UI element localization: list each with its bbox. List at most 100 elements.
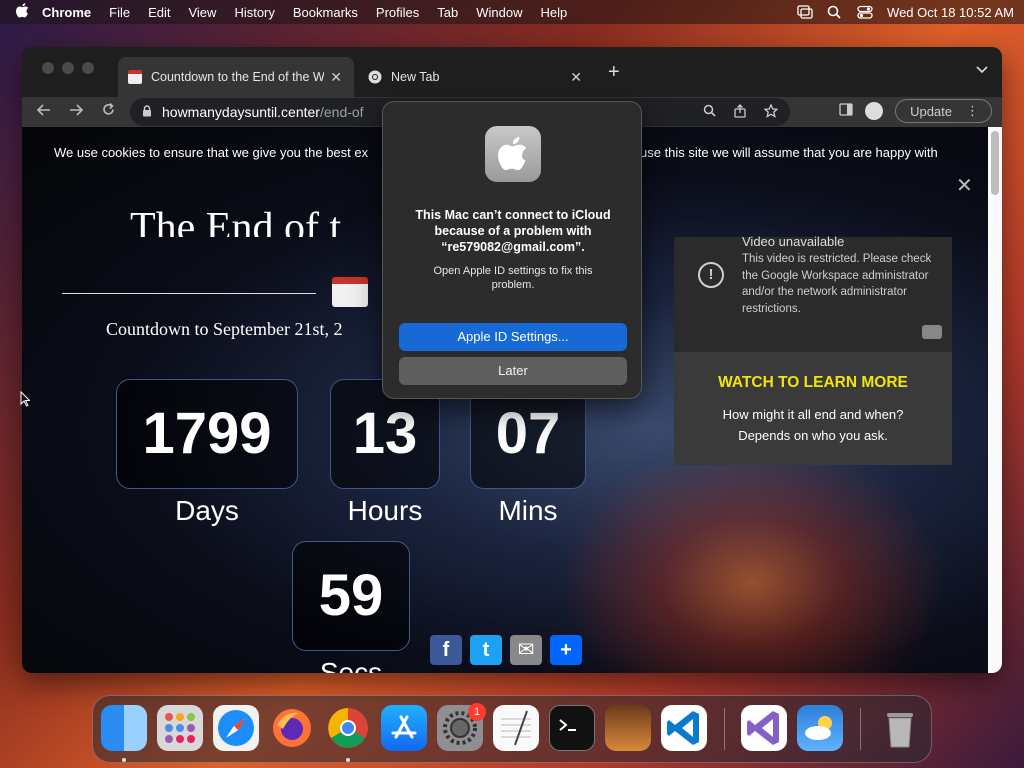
menu-file[interactable]: File bbox=[109, 5, 130, 20]
icloud-alert-dialog: This Mac can’t connect to iCloud because… bbox=[382, 101, 642, 399]
cookie-text-continued: use this site we will assume that you ar… bbox=[640, 145, 938, 160]
menu-app-name[interactable]: Chrome bbox=[42, 5, 91, 20]
update-button[interactable]: Update ⋮ bbox=[895, 99, 992, 123]
apple-icon[interactable] bbox=[10, 2, 34, 22]
share-button[interactable]: + bbox=[550, 635, 582, 665]
menu-view[interactable]: View bbox=[188, 5, 216, 20]
menu-help[interactable]: Help bbox=[541, 5, 568, 20]
lock-icon[interactable] bbox=[142, 104, 152, 120]
profile-avatar-icon[interactable] bbox=[865, 102, 884, 120]
firefox-icon[interactable] bbox=[269, 705, 315, 751]
video-error-message: This video is restricted. Please check t… bbox=[742, 253, 932, 315]
calendar-icon bbox=[128, 70, 142, 84]
days-counter: 1799 bbox=[116, 379, 298, 489]
vscode-icon[interactable] bbox=[661, 705, 707, 751]
forward-icon[interactable] bbox=[60, 103, 92, 121]
video-error-panel: Video unavailable ! This video is restri… bbox=[674, 234, 952, 352]
share-icon[interactable] bbox=[734, 103, 746, 121]
back-icon[interactable] bbox=[28, 103, 60, 121]
twitter-share-button[interactable]: t bbox=[470, 635, 502, 665]
tab-title: New Tab bbox=[391, 70, 440, 84]
menu-bar-clock[interactable]: Wed Oct 18 10:52 AM bbox=[887, 5, 1014, 20]
weather-icon[interactable] bbox=[797, 705, 843, 751]
safari-icon[interactable] bbox=[213, 705, 259, 751]
menu-window[interactable]: Window bbox=[476, 5, 522, 20]
secs-value: 59 bbox=[318, 563, 384, 628]
later-button[interactable]: Later bbox=[399, 357, 627, 385]
menu-history[interactable]: History bbox=[234, 5, 274, 20]
menu-bar: Chrome File Edit View History Bookmarks … bbox=[0, 0, 1024, 24]
control-center-icon[interactable] bbox=[857, 5, 873, 19]
garageband-icon[interactable] bbox=[605, 705, 651, 751]
countdown-subtitle: Countdown to September 21st, 2 bbox=[106, 319, 343, 339]
url-path: /end-of bbox=[319, 104, 364, 120]
cookie-close-icon[interactable]: ✕ bbox=[956, 173, 973, 198]
page-scrollbar[interactable] bbox=[988, 127, 1002, 673]
app-store-icon[interactable] bbox=[381, 705, 427, 751]
tab-search-icon[interactable] bbox=[976, 63, 988, 77]
apple-id-settings-button[interactable]: Apple ID Settings... bbox=[399, 323, 627, 351]
dialog-message: Open Apple ID settings to fix this probl… bbox=[433, 265, 593, 291]
mouse-cursor-icon bbox=[20, 391, 30, 407]
window-controls bbox=[42, 62, 94, 74]
mins-label: Mins bbox=[498, 495, 558, 526]
hours-label: Hours bbox=[347, 495, 423, 526]
youtube-icon[interactable] bbox=[922, 325, 942, 339]
video-error-title: Video unavailable bbox=[742, 234, 845, 249]
side-panel-icon[interactable] bbox=[839, 103, 853, 119]
days-label: Days bbox=[175, 495, 239, 526]
secs-counter: 59 bbox=[292, 541, 410, 651]
tab-countdown[interactable]: Countdown to the End of the W ✕ bbox=[118, 57, 354, 97]
bookmark-star-icon[interactable] bbox=[763, 102, 779, 121]
screen-mirroring-icon[interactable] bbox=[797, 5, 813, 19]
facebook-share-button[interactable]: f bbox=[430, 635, 462, 665]
chrome-icon[interactable] bbox=[325, 705, 371, 751]
tab-new-tab[interactable]: New Tab ✕ bbox=[358, 57, 594, 97]
page-headline: The End of t bbox=[130, 205, 342, 237]
notification-badge: 1 bbox=[468, 703, 486, 721]
spotlight-search-icon[interactable] bbox=[827, 5, 843, 19]
watch-heading: WATCH TO LEARN MORE bbox=[718, 374, 908, 391]
minimize-window-button[interactable] bbox=[62, 62, 74, 74]
days-value: 1799 bbox=[142, 401, 272, 466]
update-label: Update bbox=[910, 103, 952, 119]
launchpad-icon[interactable] bbox=[157, 705, 203, 751]
menu-tab[interactable]: Tab bbox=[437, 5, 458, 20]
zoom-window-button[interactable] bbox=[82, 62, 94, 74]
menu-edit[interactable]: Edit bbox=[148, 5, 170, 20]
apple-logo-icon bbox=[485, 126, 541, 182]
chrome-icon bbox=[368, 70, 382, 84]
dock-separator bbox=[860, 708, 861, 750]
terminal-icon[interactable] bbox=[549, 705, 595, 751]
email-share-button[interactable]: ✉ bbox=[510, 635, 542, 665]
finder-icon[interactable] bbox=[101, 705, 147, 751]
reload-icon[interactable] bbox=[92, 102, 124, 121]
search-icon[interactable] bbox=[703, 104, 716, 121]
trash-icon[interactable] bbox=[877, 705, 923, 751]
scrollbar-thumb[interactable] bbox=[991, 131, 999, 195]
close-tab-icon[interactable]: ✕ bbox=[330, 69, 342, 86]
secs-label: Secs bbox=[319, 657, 383, 673]
url-host: howmanydaysuntil.center bbox=[162, 104, 320, 120]
tab-strip: Countdown to the End of the W ✕ New Tab … bbox=[22, 47, 1002, 97]
video-caption: How might it all end and when? Depends o… bbox=[674, 404, 952, 446]
dock bbox=[92, 695, 932, 763]
visual-studio-icon[interactable] bbox=[741, 705, 787, 751]
calendar-icon bbox=[332, 277, 368, 307]
textedit-icon[interactable] bbox=[493, 705, 539, 751]
video-caption-line: How might it all end and when? bbox=[722, 407, 904, 422]
tab-title: Countdown to the End of the W bbox=[151, 70, 325, 84]
video-embed: Video unavailable ! This video is restri… bbox=[674, 234, 952, 465]
dock-separator bbox=[724, 708, 725, 750]
close-tab-icon[interactable]: ✕ bbox=[570, 69, 582, 86]
dialog-title: This Mac can’t connect to iCloud because… bbox=[415, 208, 611, 254]
running-indicator bbox=[122, 758, 126, 762]
menu-profiles[interactable]: Profiles bbox=[376, 5, 419, 20]
video-caption-line: Depends on who you ask. bbox=[738, 428, 888, 443]
running-indicator bbox=[346, 758, 350, 762]
new-tab-button[interactable]: + bbox=[608, 61, 620, 84]
more-menu-icon[interactable]: ⋮ bbox=[966, 103, 979, 119]
warning-icon: ! bbox=[698, 262, 724, 288]
close-window-button[interactable] bbox=[42, 62, 54, 74]
menu-bookmarks[interactable]: Bookmarks bbox=[293, 5, 358, 20]
